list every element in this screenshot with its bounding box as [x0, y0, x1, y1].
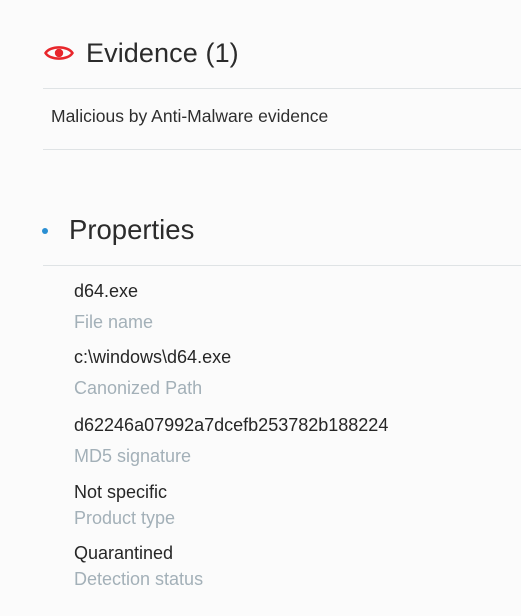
divider — [43, 265, 521, 266]
property-label: MD5 signature — [74, 446, 192, 466]
property-md5-signature: d62246a07992a7dcefb253782b188224 MD5 sig… — [74, 414, 388, 467]
evidence-section-header[interactable]: Evidence (1) — [44, 34, 239, 72]
property-label: Detection status — [74, 569, 204, 589]
properties-section-header[interactable]: Properties — [42, 212, 194, 248]
property-canonized-path: c:\windows\d64.exe Canonized Path — [74, 346, 231, 399]
property-label: Canonized Path — [74, 378, 203, 398]
property-detection-status: Quarantined Detection status — [74, 542, 203, 590]
evidence-item[interactable]: Malicious by Anti-Malware evidence — [51, 106, 328, 127]
bullet-icon — [42, 228, 48, 234]
divider — [43, 88, 521, 89]
property-product-type: Not specific Product type — [74, 481, 175, 529]
property-file-name: d64.exe File name — [74, 280, 153, 333]
property-value: Not specific — [74, 482, 168, 502]
property-value: c:\windows\d64.exe — [74, 347, 232, 367]
evidence-panel: Evidence (1) Malicious by Anti-Malware e… — [0, 0, 521, 616]
property-value: d64.exe — [74, 281, 139, 301]
eye-icon — [44, 43, 74, 63]
divider — [43, 149, 521, 150]
property-value: Quarantined — [74, 543, 174, 563]
properties-title: Properties — [69, 214, 195, 245]
property-label: Product type — [74, 508, 176, 528]
property-value: d62246a07992a7dcefb253782b188224 — [74, 415, 389, 435]
property-label: File name — [74, 312, 154, 332]
evidence-title: Evidence (1) — [86, 37, 239, 68]
